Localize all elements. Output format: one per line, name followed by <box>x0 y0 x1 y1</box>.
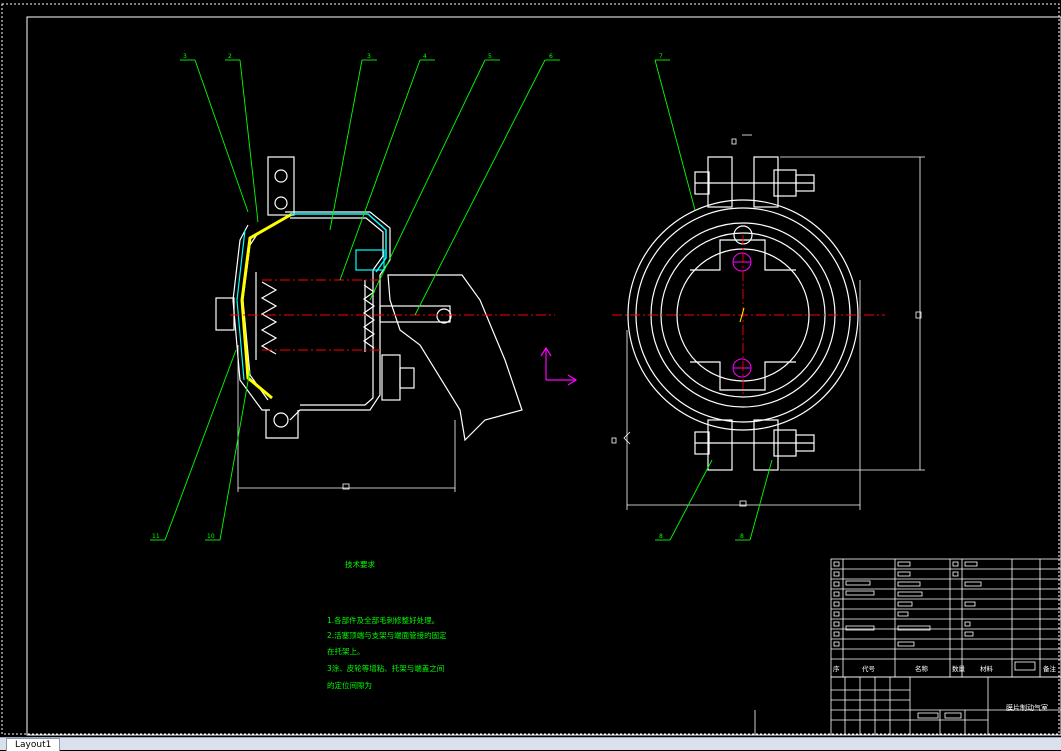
technical-requirements: 技术要求 1.各部件及全部毛刺修整好处理。 2.活塞顶端与支架与端面管接的固定 … <box>327 559 447 690</box>
tech-req-line-3: 在托架上。 <box>327 646 365 656</box>
tech-req-line-2: 2.活塞顶端与支架与端面管接的固定 <box>327 630 447 640</box>
return-spring <box>260 281 278 355</box>
balloon-5: 5 <box>488 53 492 60</box>
header-material: 材料 <box>980 664 994 673</box>
lever-pin <box>436 308 452 324</box>
sheet-outer-border <box>1 3 1060 735</box>
bottom-bracket <box>265 410 299 439</box>
balloon-4: 4 <box>423 53 427 60</box>
balloon-leaders-left <box>150 59 560 541</box>
cad-drawing-canvas[interactable]: 3 2 3 4 5 6 11 10 7 8 8 技术要求 1.各部件及全部毛刺修… <box>0 0 1061 749</box>
side-bolt <box>381 354 401 401</box>
balloon-11: 11 <box>152 533 160 540</box>
balloon-6: 6 <box>549 53 553 60</box>
housing-outline <box>285 211 391 421</box>
sheet-frame <box>26 16 1061 736</box>
balloon-3a: 3 <box>183 53 187 60</box>
top-bolt-hole-2 <box>274 196 288 210</box>
housing-inner <box>290 217 384 406</box>
push-rod <box>379 305 451 323</box>
balloon-8b: 8 <box>740 533 744 540</box>
balloon-3b: 3 <box>367 53 371 60</box>
top-lug-left <box>707 156 733 208</box>
ucs-icon <box>540 346 578 386</box>
header-name: 名称 <box>915 664 929 673</box>
balloon-labels-left: 3 2 3 4 5 6 11 10 <box>152 53 553 540</box>
balloon-8a: 8 <box>659 533 663 540</box>
tech-req-title: 技术要求 <box>345 559 375 569</box>
layout-tab-bar: Layout1 <box>0 737 1061 751</box>
lever-arm <box>387 274 523 442</box>
top-bolt-hole-1 <box>274 169 288 183</box>
balloon-labels-right: 7 8 8 <box>659 53 744 540</box>
header-qty: 数量 <box>952 664 966 673</box>
header-code: 代号 <box>862 664 876 673</box>
bottom-bolt-hole <box>273 412 289 428</box>
side-nut <box>399 367 415 389</box>
tech-req-line-4: 3涂、皮轮等增粘、托架与端盖之间 <box>327 663 444 673</box>
parts-list <box>830 558 1061 678</box>
header-remarks: 备注 <box>1043 664 1057 673</box>
tech-req-line-5: 的定位间隙为 <box>327 680 372 690</box>
balloon-2: 2 <box>228 53 232 60</box>
balloon-7: 7 <box>659 53 663 60</box>
header-seq: 序 <box>833 664 840 673</box>
drawing-name: 膜片制动气室 <box>1006 703 1048 712</box>
end-view <box>611 134 925 510</box>
front-boss <box>215 297 235 331</box>
tech-req-line-1: 1.各部件及全部毛刺修整好处理。 <box>327 615 439 625</box>
parts-list-header: 序 代号 名称 数量 材料 备注 <box>833 664 1057 673</box>
center-lines-left <box>230 279 555 351</box>
balloon-10: 10 <box>207 533 215 540</box>
top-bracket <box>267 156 295 216</box>
tab-layout1[interactable]: Layout1 <box>6 738 61 751</box>
side-section-view <box>215 156 523 492</box>
